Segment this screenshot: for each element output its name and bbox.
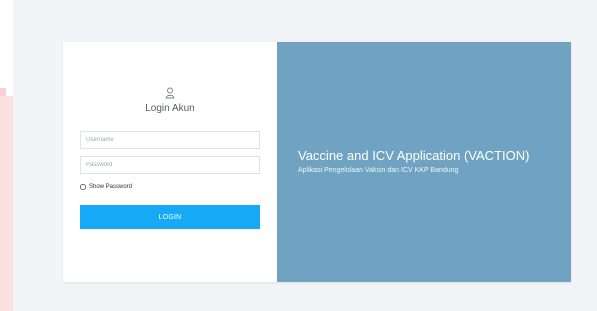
login-pane: Login Akun Show Password LOGIN bbox=[63, 42, 277, 282]
user-icon bbox=[165, 86, 175, 99]
password-input[interactable] bbox=[80, 156, 260, 174]
login-button[interactable]: LOGIN bbox=[80, 205, 260, 229]
login-title: Login Akun bbox=[145, 103, 195, 114]
username-input[interactable] bbox=[80, 131, 260, 149]
login-card: Login Akun Show Password LOGIN Vaccine a… bbox=[63, 42, 571, 282]
info-pane: Vaccine and ICV Application (VACTION) Ap… bbox=[277, 42, 571, 282]
show-password-toggle[interactable]: Show Password bbox=[80, 184, 132, 190]
left-edge-strip bbox=[0, 96, 13, 311]
app-subtitle: Aplikasi Pengelolaan Vaksin dan ICV KKP … bbox=[298, 167, 459, 174]
show-password-checkbox[interactable] bbox=[80, 184, 86, 190]
app-title: Vaccine and ICV Application (VACTION) bbox=[298, 148, 530, 163]
left-edge-accent bbox=[0, 88, 6, 96]
show-password-label: Show Password bbox=[89, 184, 133, 190]
content-area: Login Akun Show Password LOGIN Vaccine a… bbox=[13, 0, 597, 311]
